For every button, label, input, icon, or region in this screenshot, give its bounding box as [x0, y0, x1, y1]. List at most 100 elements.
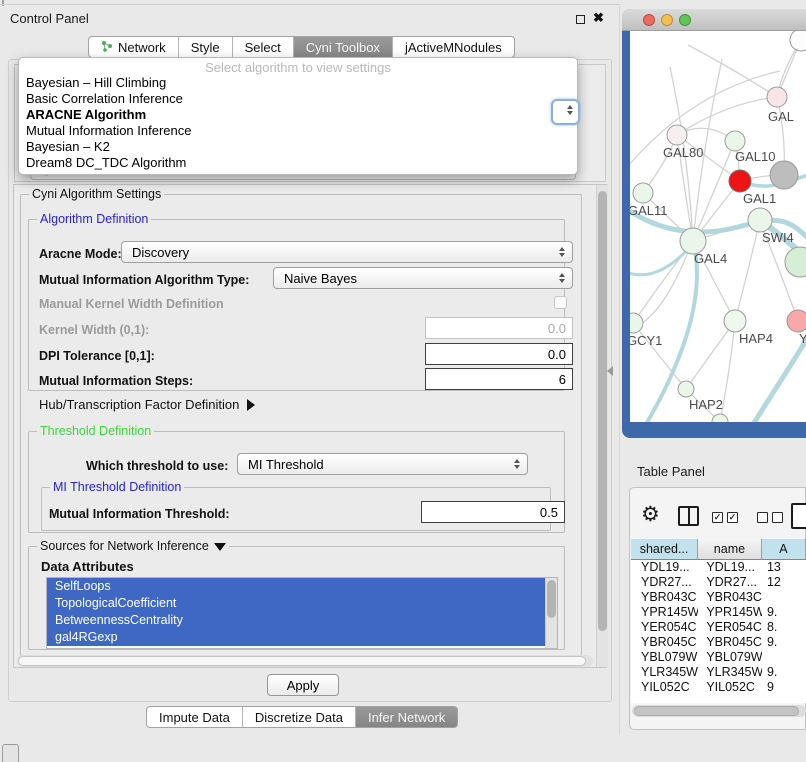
mi-threshold-field[interactable]: 0.5 — [421, 501, 565, 523]
table-row[interactable]: YER054CYER054C8. — [631, 620, 806, 635]
kernel-width-field[interactable]: 0.0 — [425, 317, 573, 339]
algorithm-option-bayesian-k2[interactable]: Bayesian – K2 — [19, 139, 577, 155]
cyni-settings-scrollpane: Cyni Algorithm Settings Algorithm Defini… — [13, 184, 607, 668]
checked-box-icon[interactable]: ✓ — [727, 512, 738, 523]
gear-icon[interactable]: ⚙ — [641, 502, 660, 527]
column-header-a[interactable]: A — [762, 539, 806, 560]
hub-definition-toggle[interactable]: Hub/Transcription Factor Definition — [39, 397, 255, 412]
network-node-gcy1[interactable] — [630, 313, 643, 333]
table-cell — [762, 590, 806, 605]
dpi-tolerance-value: 0.0 — [548, 347, 566, 362]
mi-steps-value: 6 — [559, 372, 566, 387]
control-panel-tabbar: NetworkStyleSelectCyni ToolboxjActiveMNo… — [88, 36, 515, 58]
algorithm-option-dream8-dc-tdc-algorithm[interactable]: Dream8 DC_TDC Algorithm — [19, 155, 577, 171]
mi-steps-field[interactable]: 6 — [425, 368, 573, 390]
table-cell: YPR145W — [631, 605, 698, 620]
which-threshold-combo[interactable]: MI Threshold — [237, 453, 528, 475]
column-header-shared[interactable]: shared... — [631, 539, 698, 560]
titlebar-divider — [0, 4, 620, 5]
network-node-y[interactable] — [787, 310, 806, 332]
dpi-tolerance-field[interactable]: 0.0 — [425, 343, 573, 365]
tab-style[interactable]: Style — [178, 37, 232, 57]
table-cell: YDL19... — [698, 560, 762, 575]
node-label-gal80: GAL80 — [663, 145, 703, 160]
table-row[interactable]: YBR045CYBR045C9. — [631, 635, 806, 650]
mi-type-combo[interactable]: Naive Bayes — [273, 267, 573, 289]
network-node-gal11[interactable] — [633, 183, 653, 203]
table-row[interactable]: YLR345WYLR345W9. — [631, 665, 806, 680]
table-row[interactable]: YBR043CYBR043C — [631, 590, 806, 605]
settings-horizontal-scrollbar[interactable] — [17, 655, 593, 667]
network-node[interactable] — [770, 161, 798, 189]
column-header-name[interactable]: name — [698, 539, 762, 560]
tab-network[interactable]: Network — [89, 37, 178, 57]
attribute-item-gal4rgexp[interactable]: gal4RGexp — [47, 629, 557, 646]
kernel-width-label: Kernel Width (0,1): — [39, 323, 149, 337]
network-node[interactable] — [785, 247, 806, 277]
table-row[interactable]: YBL079WYBL079W — [631, 650, 806, 665]
network-node-gal10[interactable] — [725, 131, 745, 151]
unchecked-box-icon[interactable] — [757, 512, 768, 523]
sources-group-title[interactable]: Sources for Network Inference — [37, 539, 229, 554]
algorithm-combo-fragment[interactable] — [551, 99, 580, 125]
node-label-gal4: GAL4 — [694, 251, 727, 266]
attributes-list-scrollbar[interactable] — [545, 578, 557, 648]
tab-infer-network[interactable]: Infer Network — [355, 707, 457, 727]
close-traffic-light[interactable] — [643, 14, 655, 26]
network-node-swi4[interactable] — [748, 208, 772, 232]
algorithm-option-basic-correlation-inference[interactable]: Basic Correlation Inference — [19, 91, 577, 107]
dpi-tolerance-label: DPI Tolerance [0,1]: — [39, 349, 155, 363]
collapsed-arrow-icon — [247, 399, 255, 411]
tab-cyni-toolbox[interactable]: Cyni Toolbox — [293, 37, 392, 57]
table-cell: 9. — [762, 605, 806, 620]
table-row[interactable]: YIL052CYIL052C9 — [631, 680, 806, 695]
attribute-item-betweennesscentrality[interactable]: BetweennessCentrality — [47, 612, 557, 629]
table-cell — [762, 650, 806, 665]
table-row[interactable]: YDL19...YDL19...13 — [631, 560, 806, 575]
table-horizontal-scrollbar[interactable] — [632, 705, 806, 717]
tab-label: Impute Data — [159, 710, 230, 725]
attribute-item-selfloops[interactable]: SelfLoops — [47, 578, 557, 595]
aracne-mode-combo[interactable]: Discovery — [121, 241, 573, 263]
unchecked-box-icon[interactable] — [772, 512, 783, 523]
table-cell: YBR043C — [631, 590, 698, 605]
manual-kernel-checkbox[interactable] — [554, 296, 567, 309]
network-node-gal80[interactable] — [667, 125, 687, 145]
network-node-gal1[interactable] — [729, 170, 751, 192]
table-row[interactable]: YDR27...YDR27...12 — [631, 575, 806, 590]
tab-select[interactable]: Select — [232, 37, 293, 57]
table-cell: 13 — [762, 560, 806, 575]
float-window-icon[interactable] — [576, 15, 585, 24]
split-pane-grip[interactable] — [607, 366, 613, 376]
table-cell: YBL079W — [698, 650, 762, 665]
document-icon[interactable] — [791, 503, 806, 529]
network-node-hap4[interactable] — [724, 310, 746, 332]
network-node[interactable] — [790, 31, 806, 51]
close-icon[interactable]: ✖ — [593, 10, 604, 26]
network-node-hap2[interactable] — [678, 381, 694, 397]
minimize-traffic-light[interactable] — [661, 14, 673, 26]
tab-label: Infer Network — [368, 710, 445, 725]
network-node-gal[interactable] — [767, 87, 787, 107]
split-columns-icon[interactable] — [678, 506, 699, 526]
apply-button[interactable]: Apply — [267, 674, 339, 696]
tab-impute-data[interactable]: Impute Data — [147, 707, 242, 727]
tab-jactivemnodules[interactable]: jActiveMNodules — [392, 37, 514, 57]
checked-box-icon[interactable]: ✓ — [712, 512, 723, 523]
algorithm-option-bayesian-hill-climbing[interactable]: Bayesian – Hill Climbing — [19, 75, 577, 91]
top-left-tick — [2, 0, 4, 6]
settings-vertical-scrollbar[interactable] — [596, 185, 608, 667]
table-row[interactable]: YPR145WYPR145W9. — [631, 605, 806, 620]
zoom-traffic-light[interactable] — [679, 14, 691, 26]
bottom-left-button[interactable] — [2, 744, 19, 762]
attribute-item-topologicalcoefficient[interactable]: TopologicalCoefficient — [47, 595, 557, 612]
algorithm-option-mutual-information-inference[interactable]: Mutual Information Inference — [19, 123, 577, 139]
tab-discretize-data[interactable]: Discretize Data — [242, 707, 355, 727]
network-canvas[interactable]: GALGAL80GAL10GAL1GAL11SWI4GAL4GCY1HAP4YH… — [630, 31, 806, 422]
network-node[interactable] — [712, 414, 728, 422]
table-cell: YLR345W — [631, 665, 698, 680]
table-panel-title: Table Panel — [637, 464, 705, 479]
algorithm-option-aracne-algorithm[interactable]: ARACNE Algorithm — [19, 107, 577, 123]
expanded-arrow-icon — [214, 543, 226, 551]
table-cell: YBR045C — [698, 635, 762, 650]
